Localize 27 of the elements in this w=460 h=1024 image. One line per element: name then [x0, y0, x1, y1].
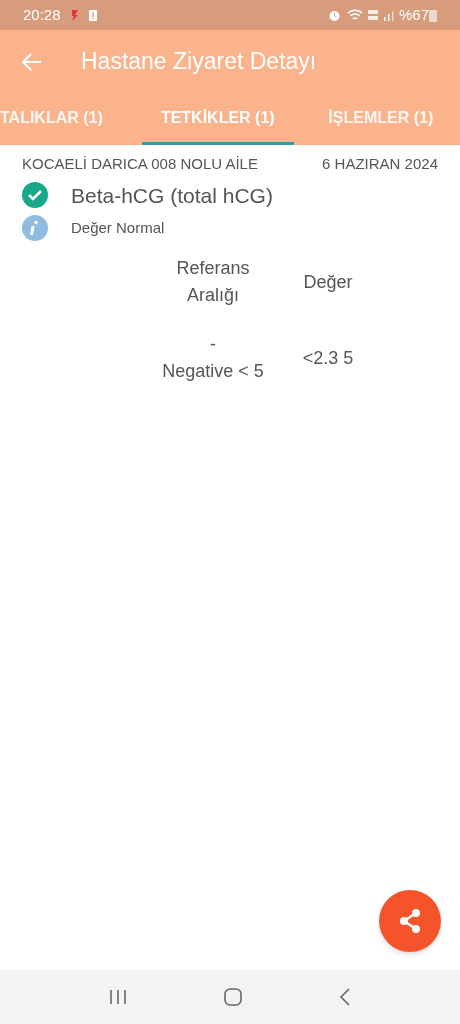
table-cell: - Negative < 5: [162, 334, 264, 381]
battery-percent: %67: [398, 4, 429, 25]
column-header: Referans Aralığı: [176, 258, 250, 305]
recent-apps-icon[interactable]: [108, 989, 127, 1005]
column-header: Değer: [303, 271, 353, 292]
signal-icon: [382, 9, 395, 21]
battery-alert-icon: [88, 9, 97, 21]
back-arrow-icon: [22, 52, 42, 71]
table-cell: <2.3 5: [302, 347, 354, 368]
visit-date: 6 HAZIRAN 2024: [322, 154, 438, 174]
screen-title: Hastane Ziyaret Detayı: [81, 47, 317, 77]
tab[interactable]: TETKİKLER (1): [142, 93, 294, 145]
status-time: 20:28: [23, 4, 61, 25]
facility-name: KOCAELİ DARICA 008 NOLU AİLE: [22, 154, 258, 174]
share-button[interactable]: [379, 890, 441, 952]
alarm-icon: [327, 8, 341, 22]
tab[interactable]: İŞLEMLER (1): [309, 93, 452, 145]
home-icon[interactable]: [224, 988, 242, 1006]
result-note: Değer Normal: [71, 217, 165, 238]
check-icon: [22, 182, 48, 209]
back-icon[interactable]: [339, 988, 352, 1006]
tab[interactable]: TALIKLAR (1): [0, 93, 126, 145]
notification-icon: [70, 9, 79, 21]
battery-icon: [429, 8, 437, 22]
wifi-icon: [346, 8, 363, 22]
test-name: Beta-hCG (total hCG): [71, 182, 273, 209]
info-icon: [22, 215, 48, 241]
